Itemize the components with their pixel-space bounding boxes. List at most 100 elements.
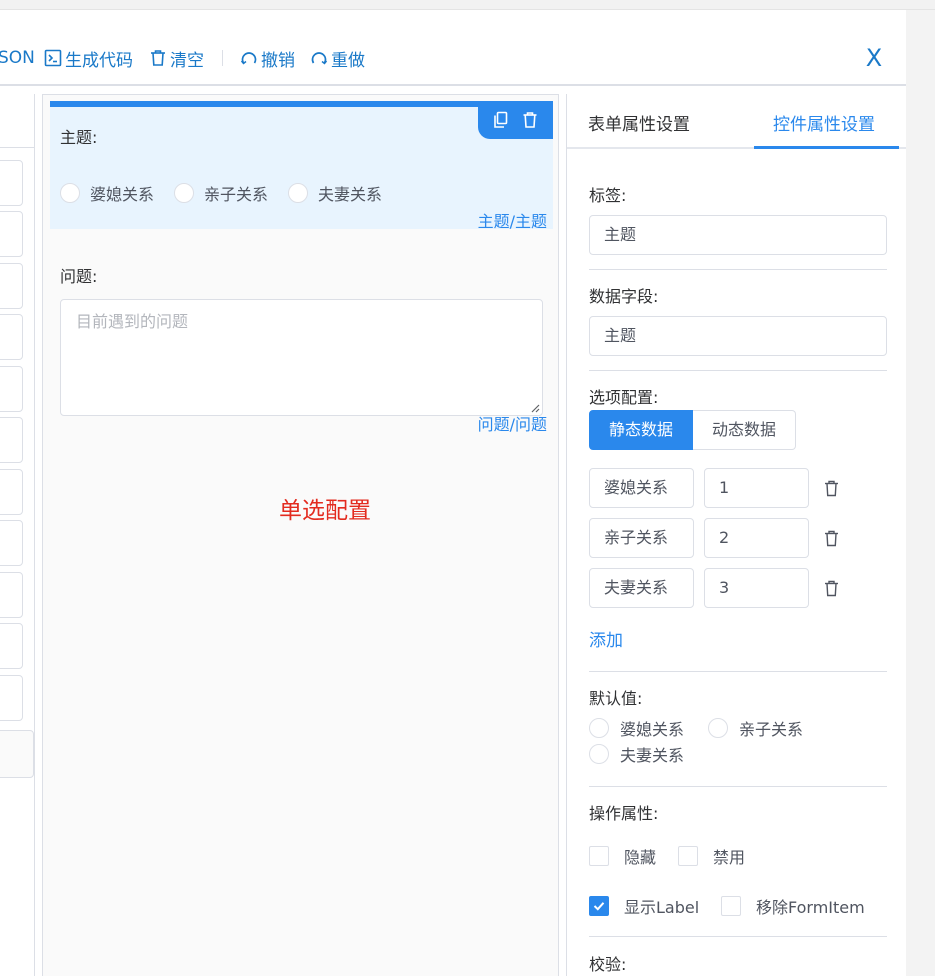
radio-circle[interactable] [288, 183, 309, 203]
static-data-button[interactable]: 静态数据 [589, 410, 694, 450]
radio-option-label: 婆媳关系 [620, 720, 685, 739]
checkbox-box[interactable] [678, 846, 698, 866]
tab-form-settings[interactable]: 表单属性设置 [588, 110, 690, 135]
radio-circle[interactable] [589, 718, 609, 738]
undo-label: 撤销 [261, 50, 295, 71]
clear-button[interactable]: 清空 [149, 46, 204, 71]
clear-label: 清空 [170, 50, 204, 71]
properties-tabs: 表单属性设置 控件属性设置 [567, 94, 906, 149]
radio-circle[interactable] [708, 718, 728, 738]
validation-title: 校验: [589, 955, 627, 974]
remove-formitem-checkbox[interactable]: 移除FormItem [721, 894, 865, 918]
hidden-checkbox[interactable]: 隐藏 [589, 844, 656, 868]
radio-option-label: 亲子关系 [739, 720, 804, 739]
redo-button[interactable]: 重做 [310, 46, 365, 71]
divider [589, 671, 887, 672]
component-item[interactable] [0, 314, 23, 360]
default-value-title: 默认值: [589, 689, 643, 708]
radio-option[interactable]: 婆媳关系 [60, 181, 154, 205]
radio-option-label: 夫妻关系 [620, 746, 685, 765]
delete-option-icon[interactable] [821, 478, 841, 498]
default-radio-option[interactable]: 婆媳关系 [589, 716, 684, 740]
field-label: 主题: [60, 128, 98, 147]
option-value-input[interactable]: 2 [704, 518, 809, 558]
undo-button[interactable]: 撤销 [240, 46, 295, 71]
radio-option[interactable]: 夫妻关系 [288, 181, 382, 205]
field-key: 主题/主题 [477, 212, 547, 231]
generate-code-label: 生成代码 [65, 50, 133, 71]
component-item[interactable] [0, 160, 23, 206]
component-item[interactable] [0, 469, 23, 515]
problem-textarea[interactable]: 目前遇到的问题 [60, 299, 543, 416]
textarea-placeholder: 目前遇到的问题 [76, 312, 189, 331]
terminal-icon [44, 49, 62, 67]
toolbar-divider [222, 50, 223, 66]
radio-circle[interactable] [174, 183, 195, 203]
checkbox-box[interactable] [721, 896, 741, 916]
default-radio-option[interactable]: 亲子关系 [708, 716, 803, 740]
form-designer-dialog: SON 生成代码 清空 撤销 重做 X 主题: 婆媳关系 亲子关系 夫妻关系 主… [0, 10, 906, 976]
option-label-input[interactable]: 婆媳关系 [589, 468, 694, 508]
disabled-checkbox[interactable]: 禁用 [678, 844, 745, 868]
export-json-button[interactable]: SON [0, 46, 35, 70]
show-label-checkbox[interactable]: 显示Label [589, 894, 699, 918]
radio-circle[interactable] [589, 744, 609, 764]
redo-label: 重做 [331, 50, 365, 71]
label-input[interactable]: 主题 [589, 215, 887, 255]
divider [589, 269, 887, 270]
radio-option[interactable]: 亲子关系 [174, 181, 268, 205]
components-panel [0, 94, 35, 976]
data-field-input[interactable]: 主题 [589, 316, 887, 356]
data-field-title: 数据字段: [589, 287, 659, 306]
component-item[interactable] [0, 623, 23, 669]
tab-control-settings[interactable]: 控件属性设置 [773, 110, 875, 135]
field-actions [478, 101, 553, 139]
field-label: 问题: [60, 267, 98, 286]
divider [589, 786, 887, 787]
option-label-input[interactable]: 夫妻关系 [589, 568, 694, 608]
toolbar: SON 生成代码 清空 撤销 重做 X [0, 10, 906, 86]
components-panel-divider [0, 147, 35, 148]
radio-option-label: 夫妻关系 [318, 185, 383, 204]
option-value-input[interactable]: 1 [704, 468, 809, 508]
component-item[interactable] [0, 417, 23, 463]
operation-title: 操作属性: [589, 804, 659, 823]
active-tab-indicator [754, 146, 899, 149]
divider [589, 936, 887, 937]
trash-icon [149, 49, 167, 67]
label-title: 标签: [589, 186, 627, 205]
check-icon [593, 902, 605, 911]
component-item[interactable] [0, 211, 23, 257]
option-label-input[interactable]: 亲子关系 [589, 518, 694, 558]
delete-option-icon[interactable] [821, 528, 841, 548]
checkbox-box-checked[interactable] [589, 896, 609, 916]
add-option-link[interactable]: 添加 [589, 626, 623, 651]
component-item[interactable] [0, 366, 23, 412]
undo-icon [240, 49, 258, 67]
option-row: 夫妻关系 3 [589, 568, 841, 608]
annotation-text: 单选配置 [279, 498, 371, 524]
canvas-field-radio[interactable]: 主题: 婆媳关系 亲子关系 夫妻关系 主题/主题 [50, 101, 553, 231]
component-item[interactable] [0, 520, 23, 566]
generate-code-button[interactable]: 生成代码 [44, 46, 133, 71]
option-row: 亲子关系 2 [589, 518, 841, 558]
component-item[interactable] [0, 263, 23, 309]
default-radio-option[interactable]: 夫妻关系 [589, 742, 684, 766]
close-button[interactable]: X [862, 46, 886, 70]
options-title: 选项配置: [589, 388, 659, 407]
dynamic-data-button[interactable]: 动态数据 [693, 410, 797, 450]
component-item[interactable] [0, 572, 23, 618]
checkbox-box[interactable] [589, 846, 609, 866]
option-value-input[interactable]: 3 [704, 568, 809, 608]
radio-option-label: 亲子关系 [204, 185, 269, 204]
copy-icon[interactable] [491, 110, 511, 130]
export-json-label: SON [0, 48, 35, 68]
delete-field-icon[interactable] [520, 110, 540, 130]
component-panel-footer [0, 730, 34, 778]
canvas-field-textarea[interactable]: 问题: 目前遇到的问题 问题/问题 [50, 247, 553, 434]
component-item[interactable] [0, 675, 23, 721]
radio-circle[interactable] [60, 183, 80, 203]
backdrop-right [906, 10, 935, 976]
form-canvas: 主题: 婆媳关系 亲子关系 夫妻关系 主题/主题 问题: 目前遇到的问题 问题/… [42, 94, 559, 976]
delete-option-icon[interactable] [821, 578, 841, 598]
